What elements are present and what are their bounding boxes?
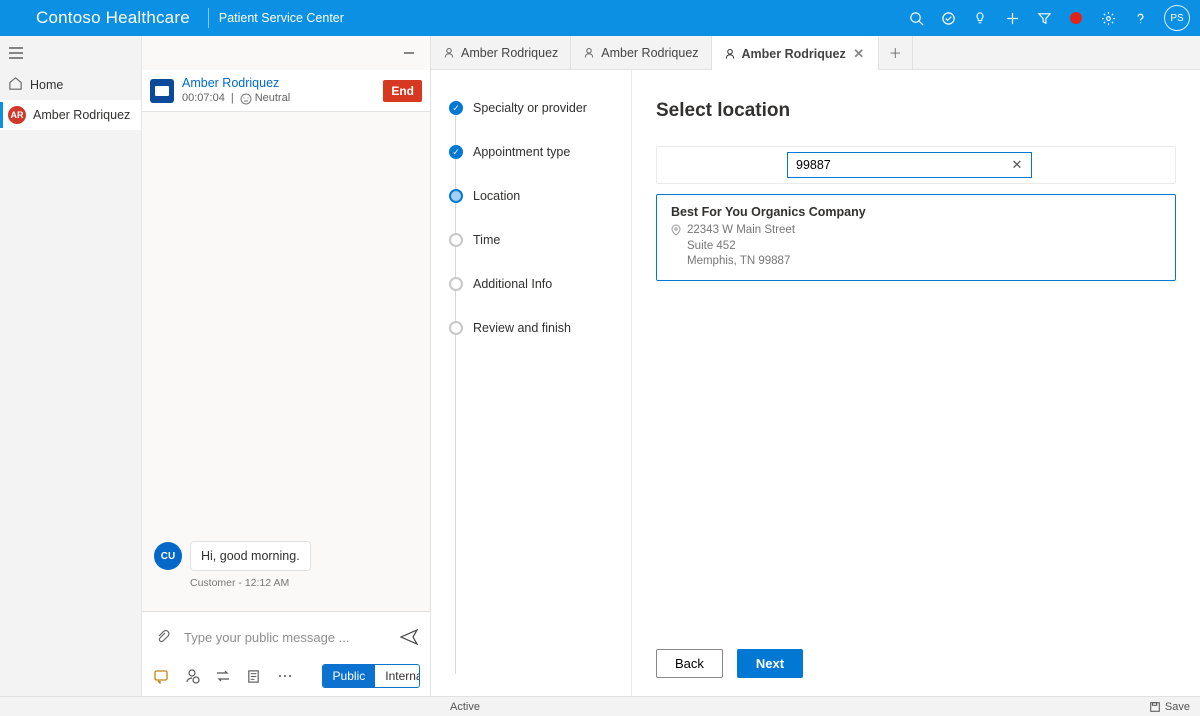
location-step-pane: Select location ✕ Best For You Organics …	[631, 70, 1200, 696]
step-review[interactable]: Review and finish	[449, 306, 621, 350]
tab-patient-3[interactable]: Amber Rodriquez ✕	[712, 36, 879, 69]
header-divider	[208, 8, 209, 28]
hamburger-menu[interactable]	[0, 36, 141, 70]
location-search-input[interactable]	[794, 157, 1009, 173]
page-title: Select location	[656, 100, 1176, 122]
chat-header: Amber Rodriquez 00:07:04 | Neutral End	[142, 70, 430, 112]
brand-name: Contoso Healthcare	[10, 8, 198, 28]
chat-transcript: CU Hi, good morning. Customer - 12:12 AM	[142, 112, 430, 611]
tab-patient-1[interactable]: Amber Rodriquez	[431, 36, 571, 69]
nav-patient-item[interactable]: AR Amber Rodriquez	[0, 100, 141, 130]
map-pin-icon	[671, 224, 681, 270]
app-header: Contoso Healthcare Patient Service Cente…	[0, 0, 1200, 36]
back-button[interactable]: Back	[656, 649, 723, 678]
status-bar: Active Save	[0, 696, 1200, 716]
appointment-stepper: Specialty or provider Appointment type L…	[431, 70, 631, 366]
step-location[interactable]: Location	[449, 174, 621, 218]
help-icon[interactable]	[1124, 0, 1156, 36]
quick-reply-icon[interactable]	[152, 666, 169, 686]
location-search-box[interactable]: ✕	[787, 152, 1032, 178]
search-icon[interactable]	[900, 0, 932, 36]
send-icon[interactable]	[398, 626, 420, 648]
step-appointment-type[interactable]: Appointment type	[449, 130, 621, 174]
nav-home-label: Home	[30, 78, 63, 92]
chat-channel-icon	[150, 79, 174, 103]
next-button[interactable]: Next	[737, 649, 803, 678]
consult-icon[interactable]	[183, 666, 200, 686]
toggle-public[interactable]: Public	[323, 665, 376, 687]
save-button[interactable]: Save	[1149, 701, 1190, 713]
chat-message-meta: Customer - 12:12 AM	[190, 577, 418, 589]
close-tab-icon[interactable]: ✕	[852, 46, 866, 62]
chat-minimize[interactable]	[398, 42, 420, 64]
sentiment-indicator: Neutral	[240, 92, 290, 106]
plus-icon[interactable]	[996, 0, 1028, 36]
tab-patient-2[interactable]: Amber Rodriquez	[571, 36, 711, 69]
chat-input[interactable]	[182, 629, 390, 646]
nav-patient-label: Amber Rodriquez	[33, 108, 130, 122]
record-indicator[interactable]	[1060, 0, 1092, 36]
more-icon[interactable]	[276, 666, 293, 686]
toggle-internal[interactable]: Internal	[375, 665, 420, 687]
app-subtitle: Patient Service Center	[219, 11, 344, 25]
workspace: Amber Rodriquez Amber Rodriquez Amber Ro…	[431, 36, 1200, 696]
result-addr1: 22343 W Main Street	[687, 224, 795, 236]
result-addr3: Memphis, TN 99887	[687, 255, 790, 267]
chat-input-area: Public Internal	[142, 611, 430, 696]
nav-home[interactable]: Home	[0, 70, 141, 100]
chat-patient-name: Amber Rodriquez	[182, 76, 375, 92]
location-result-card[interactable]: Best For You Organics Company 22343 W Ma…	[656, 194, 1176, 281]
task-check-icon[interactable]	[932, 0, 964, 36]
lightbulb-icon[interactable]	[964, 0, 996, 36]
result-addr2: Suite 452	[687, 240, 736, 252]
notes-icon[interactable]	[245, 666, 262, 686]
clear-search-icon[interactable]: ✕	[1009, 157, 1025, 173]
nav-rail: Home AR Amber Rodriquez	[0, 36, 142, 696]
chat-message: Hi, good morning.	[190, 541, 311, 571]
location-search-container: ✕	[656, 146, 1176, 184]
result-title: Best For You Organics Company	[671, 205, 1161, 219]
gear-icon[interactable]	[1092, 0, 1124, 36]
step-additional-info[interactable]: Additional Info	[449, 262, 621, 306]
filter-icon[interactable]	[1028, 0, 1060, 36]
patient-avatar: AR	[8, 106, 26, 124]
customer-avatar: CU	[154, 542, 182, 570]
chat-timer: 00:07:04	[182, 92, 225, 106]
record-status: Active	[450, 701, 480, 713]
new-tab-button[interactable]: ＋	[879, 36, 913, 69]
step-time[interactable]: Time	[449, 218, 621, 262]
end-chat-button[interactable]: End	[383, 80, 422, 102]
transfer-icon[interactable]	[214, 666, 231, 686]
chat-panel: Amber Rodriquez 00:07:04 | Neutral End C…	[142, 36, 431, 696]
home-icon	[8, 76, 23, 94]
tab-bar: Amber Rodriquez Amber Rodriquez Amber Ro…	[431, 36, 1200, 70]
step-specialty[interactable]: Specialty or provider	[449, 86, 621, 130]
user-avatar[interactable]: PS	[1164, 5, 1190, 31]
attach-icon[interactable]	[152, 626, 174, 648]
visibility-toggle[interactable]: Public Internal	[322, 664, 420, 688]
